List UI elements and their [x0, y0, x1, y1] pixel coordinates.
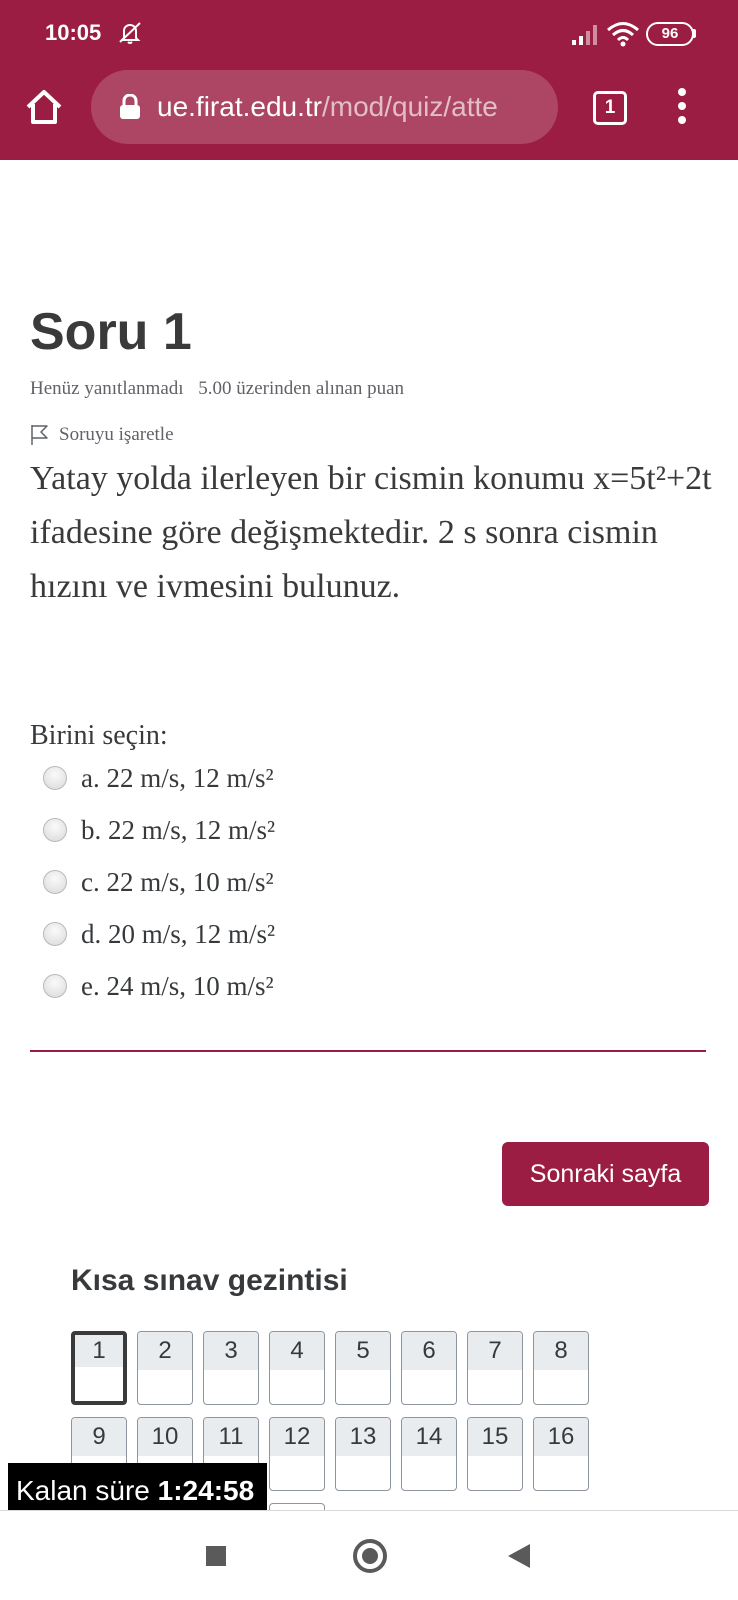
quiz-nav-number: 9 [72, 1418, 126, 1456]
question-state: Henüz yanıtlanmadı [30, 378, 184, 399]
home-icon[interactable] [24, 87, 64, 127]
radio-button[interactable] [43, 818, 67, 842]
quiz-nav-button[interactable]: 3 [203, 1331, 259, 1405]
address-bar[interactable]: ue.firat.edu.tr/mod/quiz/atte [91, 70, 558, 144]
answer-option[interactable]: b. 22 m/s, 12 m/s² [43, 804, 275, 856]
url-path: /mod/quiz/atte [321, 91, 498, 122]
tab-switcher-button[interactable]: 1 [593, 91, 627, 125]
quiz-nav-number: 7 [468, 1332, 522, 1370]
flag-label: Soruyu işaretle [59, 424, 174, 445]
home-circle-icon[interactable] [353, 1539, 387, 1573]
quiz-nav-number: 15 [468, 1418, 522, 1456]
answer-option[interactable]: c. 22 m/s, 10 m/s² [43, 856, 275, 908]
radio-button[interactable] [43, 766, 67, 790]
quiz-nav-number: 1 [75, 1335, 123, 1367]
answer-prompt: Birini seçin: [30, 720, 168, 751]
radio-button[interactable] [43, 870, 67, 894]
question-text: Yatay yolda ilerleyen bir cismin konumu … [30, 460, 712, 605]
quiz-nav-number: 16 [534, 1418, 588, 1456]
answer-option[interactable]: e. 24 m/s, 10 m/s² [43, 960, 275, 1012]
recent-apps-icon[interactable] [206, 1546, 226, 1566]
quiz-nav-number: 12 [270, 1418, 324, 1456]
quiz-nav-number: 2 [138, 1332, 192, 1370]
answer-option[interactable]: d. 20 m/s, 12 m/s² [43, 908, 275, 960]
next-page-button[interactable]: Sonraki sayfa [502, 1142, 709, 1206]
quiz-nav-button-current[interactable]: 1 [71, 1331, 127, 1405]
lock-icon [120, 94, 140, 119]
battery-tip [693, 29, 696, 38]
radio-button[interactable] [43, 922, 67, 946]
radio-button[interactable] [43, 974, 67, 998]
question-title: Soru 1 [30, 303, 192, 361]
quiz-nav-number: 4 [270, 1332, 324, 1370]
quiz-nav-number: 10 [138, 1418, 192, 1456]
question-grade: 5.00 üzerinden alınan puan [198, 378, 405, 399]
quiz-nav-number: 5 [336, 1332, 390, 1370]
notifications-off-icon [119, 22, 141, 44]
option-label: d. 20 m/s, 12 m/s² [81, 918, 276, 949]
system-navigation-bar [0, 1510, 738, 1600]
url-text: ue.firat.edu.tr/mod/quiz/atte [157, 91, 498, 123]
flag-question-link[interactable]: Soruyu işaretle [30, 424, 174, 446]
timer-label: Kalan süre [16, 1475, 150, 1506]
quiz-navigation-title: Kısa sınav gezintisi [71, 1264, 348, 1297]
wifi-icon [607, 22, 639, 47]
timer-value: 1:24:58 [157, 1475, 255, 1506]
quiz-nav-button[interactable]: 13 [335, 1417, 391, 1491]
quiz-nav-button[interactable]: 6 [401, 1331, 457, 1405]
quiz-nav-button[interactable]: 4 [269, 1331, 325, 1405]
signal-icon [572, 25, 597, 45]
quiz-nav-button[interactable]: 15 [467, 1417, 523, 1491]
flag-icon [31, 425, 48, 445]
quiz-nav-number: 6 [402, 1332, 456, 1370]
browser-toolbar: 10:05 96 ue.firat.edu.tr/mod/quiz/atte 1 [0, 0, 738, 160]
url-host: ue.firat.edu.tr [157, 91, 322, 122]
quiz-nav-number: 3 [204, 1332, 258, 1370]
quiz-nav-number: 8 [534, 1332, 588, 1370]
overflow-menu-icon[interactable] [676, 88, 688, 128]
answer-options: a. 22 m/s, 12 m/s² b. 22 m/s, 12 m/s² c.… [43, 752, 275, 1012]
answer-option[interactable]: a. 22 m/s, 12 m/s² [43, 752, 275, 804]
quiz-nav-button[interactable]: 7 [467, 1331, 523, 1405]
question-info: Henüz yanıtlanmadı 5.00 üzerinden alınan… [30, 378, 404, 400]
quiz-nav-button[interactable]: 12 [269, 1417, 325, 1491]
quiz-nav-button[interactable]: 14 [401, 1417, 457, 1491]
option-label: a. 22 m/s, 12 m/s² [81, 762, 274, 793]
quiz-nav-number: 13 [336, 1418, 390, 1456]
option-label: b. 22 m/s, 12 m/s² [81, 814, 276, 845]
quiz-nav-button[interactable]: 5 [335, 1331, 391, 1405]
option-label: e. 24 m/s, 10 m/s² [81, 970, 274, 1001]
divider [30, 1050, 706, 1052]
back-icon[interactable] [508, 1544, 530, 1568]
page: 10:05 96 ue.firat.edu.tr/mod/quiz/atte 1… [0, 0, 738, 1600]
quiz-nav-number: 14 [402, 1418, 456, 1456]
quiz-nav-button[interactable]: 8 [533, 1331, 589, 1405]
quiz-nav-button[interactable]: 2 [137, 1331, 193, 1405]
status-time: 10:05 [45, 20, 102, 45]
quiz-nav-button[interactable]: 16 [533, 1417, 589, 1491]
option-label: c. 22 m/s, 10 m/s² [81, 866, 274, 897]
quiz-nav-number: 11 [204, 1418, 258, 1456]
battery-indicator: 96 [646, 22, 694, 46]
